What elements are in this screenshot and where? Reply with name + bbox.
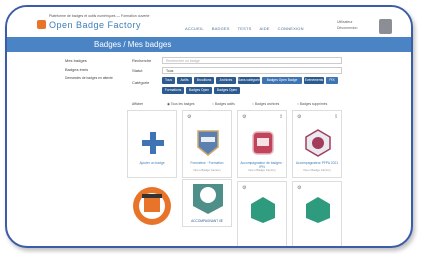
view-option-label: Tous les badges — [170, 102, 195, 106]
badge-issuer: Open Badge Factory — [303, 168, 331, 172]
add-badge-card[interactable]: Ajouter un badge — [127, 110, 177, 178]
sidebar-item-issued[interactable]: Badges émis — [65, 67, 88, 72]
view-option[interactable]: ○ Badges actifs — [212, 102, 235, 106]
site-header: Plateforme de badges et outils numérique… — [7, 7, 411, 37]
site-tagline: Plateforme de badges et outils numérique… — [49, 14, 150, 18]
page-title: Badges / Mes badges — [94, 40, 172, 49]
nav-item-home[interactable]: ACCUEIL — [185, 26, 204, 31]
nav-item-badges[interactable]: BADGES — [212, 26, 230, 31]
logo-text[interactable]: Open Badge Factory — [49, 20, 141, 30]
category-chip[interactable]: Formations — [162, 87, 184, 94]
category-chip[interactable]: Sans catégorie — [238, 77, 260, 84]
badge-card[interactable]: ⚙ ⇪ Accompagnateur PFPA 2021 Open Badge … — [292, 110, 342, 178]
badge-card[interactable]: ⚙ — [292, 181, 342, 246]
badge-shield-icon — [197, 130, 219, 156]
badge-title: Accompagnateur PFPA 2021 — [295, 161, 339, 165]
view-option-label: Badges supprimés — [299, 102, 328, 106]
share-icon[interactable]: ⇪ — [279, 114, 283, 120]
main-nav: ACCUEIL BADGES TESTS AIDE CONNEXION — [185, 26, 304, 31]
status-label: Statut — [132, 68, 143, 73]
logout-link[interactable]: Déconnexion — [337, 25, 357, 31]
add-badge-label: Ajouter un badge — [139, 161, 165, 165]
category-chip[interactable]: Archivés — [216, 77, 236, 84]
view-label: Afficher — [132, 102, 144, 106]
badge-title: Formateur · Formation — [190, 161, 224, 165]
badge-shield-icon — [305, 129, 331, 157]
badge-card[interactable] — [127, 181, 177, 246]
view-option[interactable]: ○ Badges archivés — [252, 102, 279, 106]
user-menu[interactable]: Utilisateur Déconnexion — [337, 19, 357, 31]
view-option-label: Badges actifs — [214, 102, 235, 106]
category-label: Catégorie — [132, 80, 150, 85]
badge-shield-icon — [252, 131, 274, 155]
category-chip[interactable]: Badges Open PEF — [214, 87, 240, 99]
badge-issuer: Open Badge Factory — [193, 168, 221, 172]
edit-icon[interactable]: ⚙ — [297, 114, 301, 120]
title-bar: Badges / Mes badges — [7, 37, 411, 52]
edit-icon[interactable]: ⚙ — [242, 114, 246, 120]
badge-shield-icon — [306, 197, 330, 223]
badge-issuer: Open Badge Factory — [248, 168, 276, 172]
badge-card[interactable]: ACCOMPAGNANT IIE — [182, 179, 232, 227]
view-option-label: Badges archivés — [254, 102, 280, 106]
badge-shield-icon — [251, 197, 275, 223]
sidebar-item-my-badges[interactable]: Mes badges — [65, 58, 87, 63]
avatar[interactable] — [379, 19, 392, 34]
category-chip[interactable]: PIX — [326, 77, 338, 84]
nav-item-help[interactable]: AIDE — [260, 26, 270, 31]
search-label: Recherche — [132, 58, 152, 63]
view-option[interactable]: ◉ Tous les badges — [167, 102, 195, 106]
category-chip[interactable]: Actifs — [177, 77, 192, 84]
badge-title: ACCOMPAGNANT IIE — [191, 219, 223, 223]
sidebar-item-pending[interactable]: Demandes de badges en attente — [65, 76, 113, 80]
edit-icon[interactable]: ⚙ — [297, 185, 301, 191]
app-window: Plateforme de badges et outils numérique… — [5, 5, 413, 248]
category-chip[interactable]: Badges Open Badge Factory — [262, 77, 302, 89]
category-chip[interactable]: Evénements — [304, 77, 324, 84]
edit-icon[interactable]: ⚙ — [242, 185, 246, 191]
badge-card[interactable]: ⚙ — [237, 181, 287, 246]
badge-shield-icon — [193, 184, 223, 214]
nav-item-tests[interactable]: TESTS — [238, 26, 252, 31]
share-icon[interactable]: ⇪ — [334, 114, 338, 120]
category-chip[interactable]: Brouillons — [194, 77, 214, 84]
view-option[interactable]: ○ Badges supprimés — [297, 102, 327, 106]
badge-gear-icon — [133, 187, 171, 225]
logo-icon[interactable] — [37, 20, 46, 29]
category-chip[interactable]: Tous — [162, 77, 175, 84]
edit-icon[interactable]: ⚙ — [187, 114, 191, 120]
search-input[interactable]: Rechercher un badge — [162, 57, 342, 64]
category-chip[interactable]: Badges Open CBT — [186, 87, 212, 99]
status-select[interactable]: Tous — [162, 67, 342, 74]
nav-item-login[interactable]: CONNEXION — [278, 26, 304, 31]
plus-icon — [142, 132, 164, 154]
badge-card[interactable]: ⚙ ⇪ Accompagnateur de badges · IPN Open … — [237, 110, 287, 178]
badge-card[interactable]: ⚙ Formateur · Formation Open Badge Facto… — [182, 110, 232, 178]
